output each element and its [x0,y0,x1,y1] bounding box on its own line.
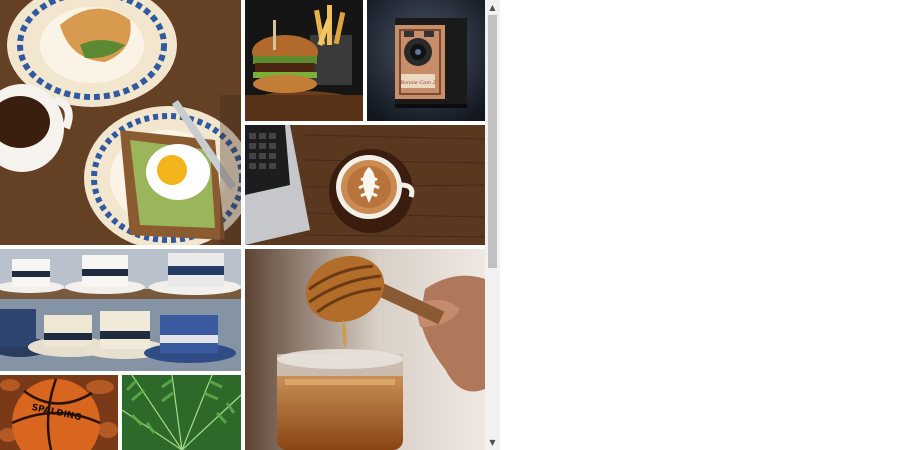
latte-photo [245,125,485,245]
gallery-image-fern[interactable] [122,375,241,450]
gallery-image-camera[interactable]: Bonnie Cam 2 [367,0,485,121]
gallery-image-hats[interactable] [0,249,241,371]
camera-brand-label: Bonnie Cam 2 [399,80,436,86]
gallery-image-burger[interactable] [245,0,363,121]
fern-photo [122,375,241,450]
gallery-image-latte[interactable] [245,125,485,245]
vertical-scrollbar[interactable]: ▲ ▼ [485,0,500,450]
triangle-up-icon: ▲ [489,2,496,12]
scroll-up-button[interactable]: ▲ [485,0,500,15]
burger-photo [245,0,363,121]
scrollbar-thumb[interactable] [488,15,497,268]
image-gallery: Bonnie Cam 2 SPALDING ▲ ▼ [0,0,500,450]
honey-photo [245,249,485,450]
gallery-image-breakfast[interactable] [0,0,241,245]
gallery-image-basketball[interactable]: SPALDING [0,375,118,450]
basketball-photo: SPALDING [0,375,118,450]
camera-photo: Bonnie Cam 2 [367,0,485,121]
hats-photo [0,249,241,371]
gallery-image-honey[interactable] [245,249,485,450]
breakfast-photo [0,0,241,245]
triangle-down-icon: ▼ [489,437,496,447]
scroll-down-button[interactable]: ▼ [485,435,500,450]
